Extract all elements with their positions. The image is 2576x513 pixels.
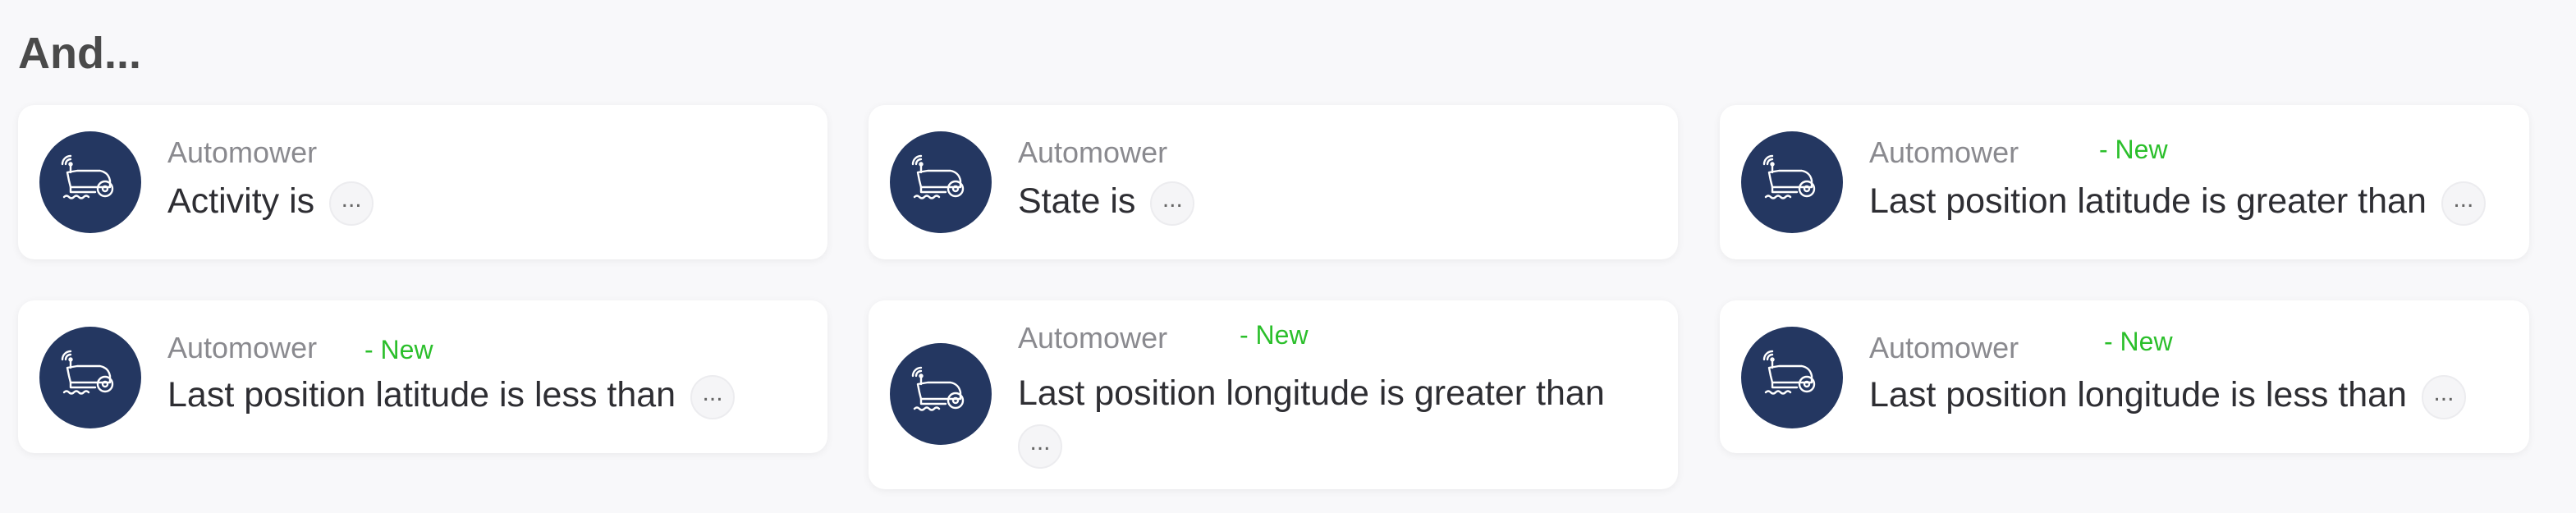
robotic-mower-icon (890, 131, 992, 233)
condition-card-state[interactable]: Automower State is ... (869, 105, 1678, 259)
robotic-mower-icon (890, 343, 992, 445)
condition-text: State is ... (1018, 179, 1653, 226)
condition-card-activity[interactable]: Automower Activity is ... (18, 105, 827, 259)
condition-card-longitude-greater[interactable]: Automower - New Last position longitude … (869, 300, 1678, 489)
new-badge: - New (2104, 327, 2173, 356)
condition-card-latitude-less[interactable]: Automower - New Last position latitude i… (18, 300, 827, 453)
app-name: Automower (167, 331, 318, 364)
robotic-mower-icon (39, 131, 141, 233)
argument-pill[interactable]: ... (2421, 374, 2466, 419)
new-badge: - New (2099, 135, 2168, 164)
new-badge: - New (364, 335, 433, 364)
app-name: Automower (1018, 321, 1168, 355)
robotic-mower-icon (1741, 327, 1843, 428)
condition-card-longitude-less[interactable]: Automower - New Last position longitude … (1720, 300, 2529, 453)
condition-text: Last position longitude is greater than.… (1018, 368, 1653, 469)
app-name: Automower (1018, 135, 1168, 169)
argument-pill[interactable]: ... (1150, 181, 1195, 226)
section-title: And... (18, 29, 141, 78)
app-name: Automower (1869, 135, 2019, 169)
condition-text: Last position latitude is less than ... (167, 373, 803, 419)
argument-pill[interactable]: ... (690, 374, 736, 419)
argument-pill[interactable]: ... (329, 181, 374, 226)
robotic-mower-icon (39, 327, 141, 428)
condition-text: Activity is ... (167, 179, 803, 226)
app-name: Automower (1869, 331, 2019, 364)
argument-pill[interactable]: ... (2441, 181, 2486, 226)
condition-text: Last position latitude is greater than .… (1869, 179, 2505, 226)
argument-pill[interactable]: ... (1018, 424, 1062, 469)
app-name: Automower (167, 135, 318, 169)
robotic-mower-icon (1741, 131, 1843, 233)
condition-text: Last position longitude is less than ... (1869, 373, 2505, 419)
new-badge: - New (1240, 320, 1309, 350)
condition-card-latitude-greater[interactable]: Automower - New Last position latitude i… (1720, 105, 2529, 259)
